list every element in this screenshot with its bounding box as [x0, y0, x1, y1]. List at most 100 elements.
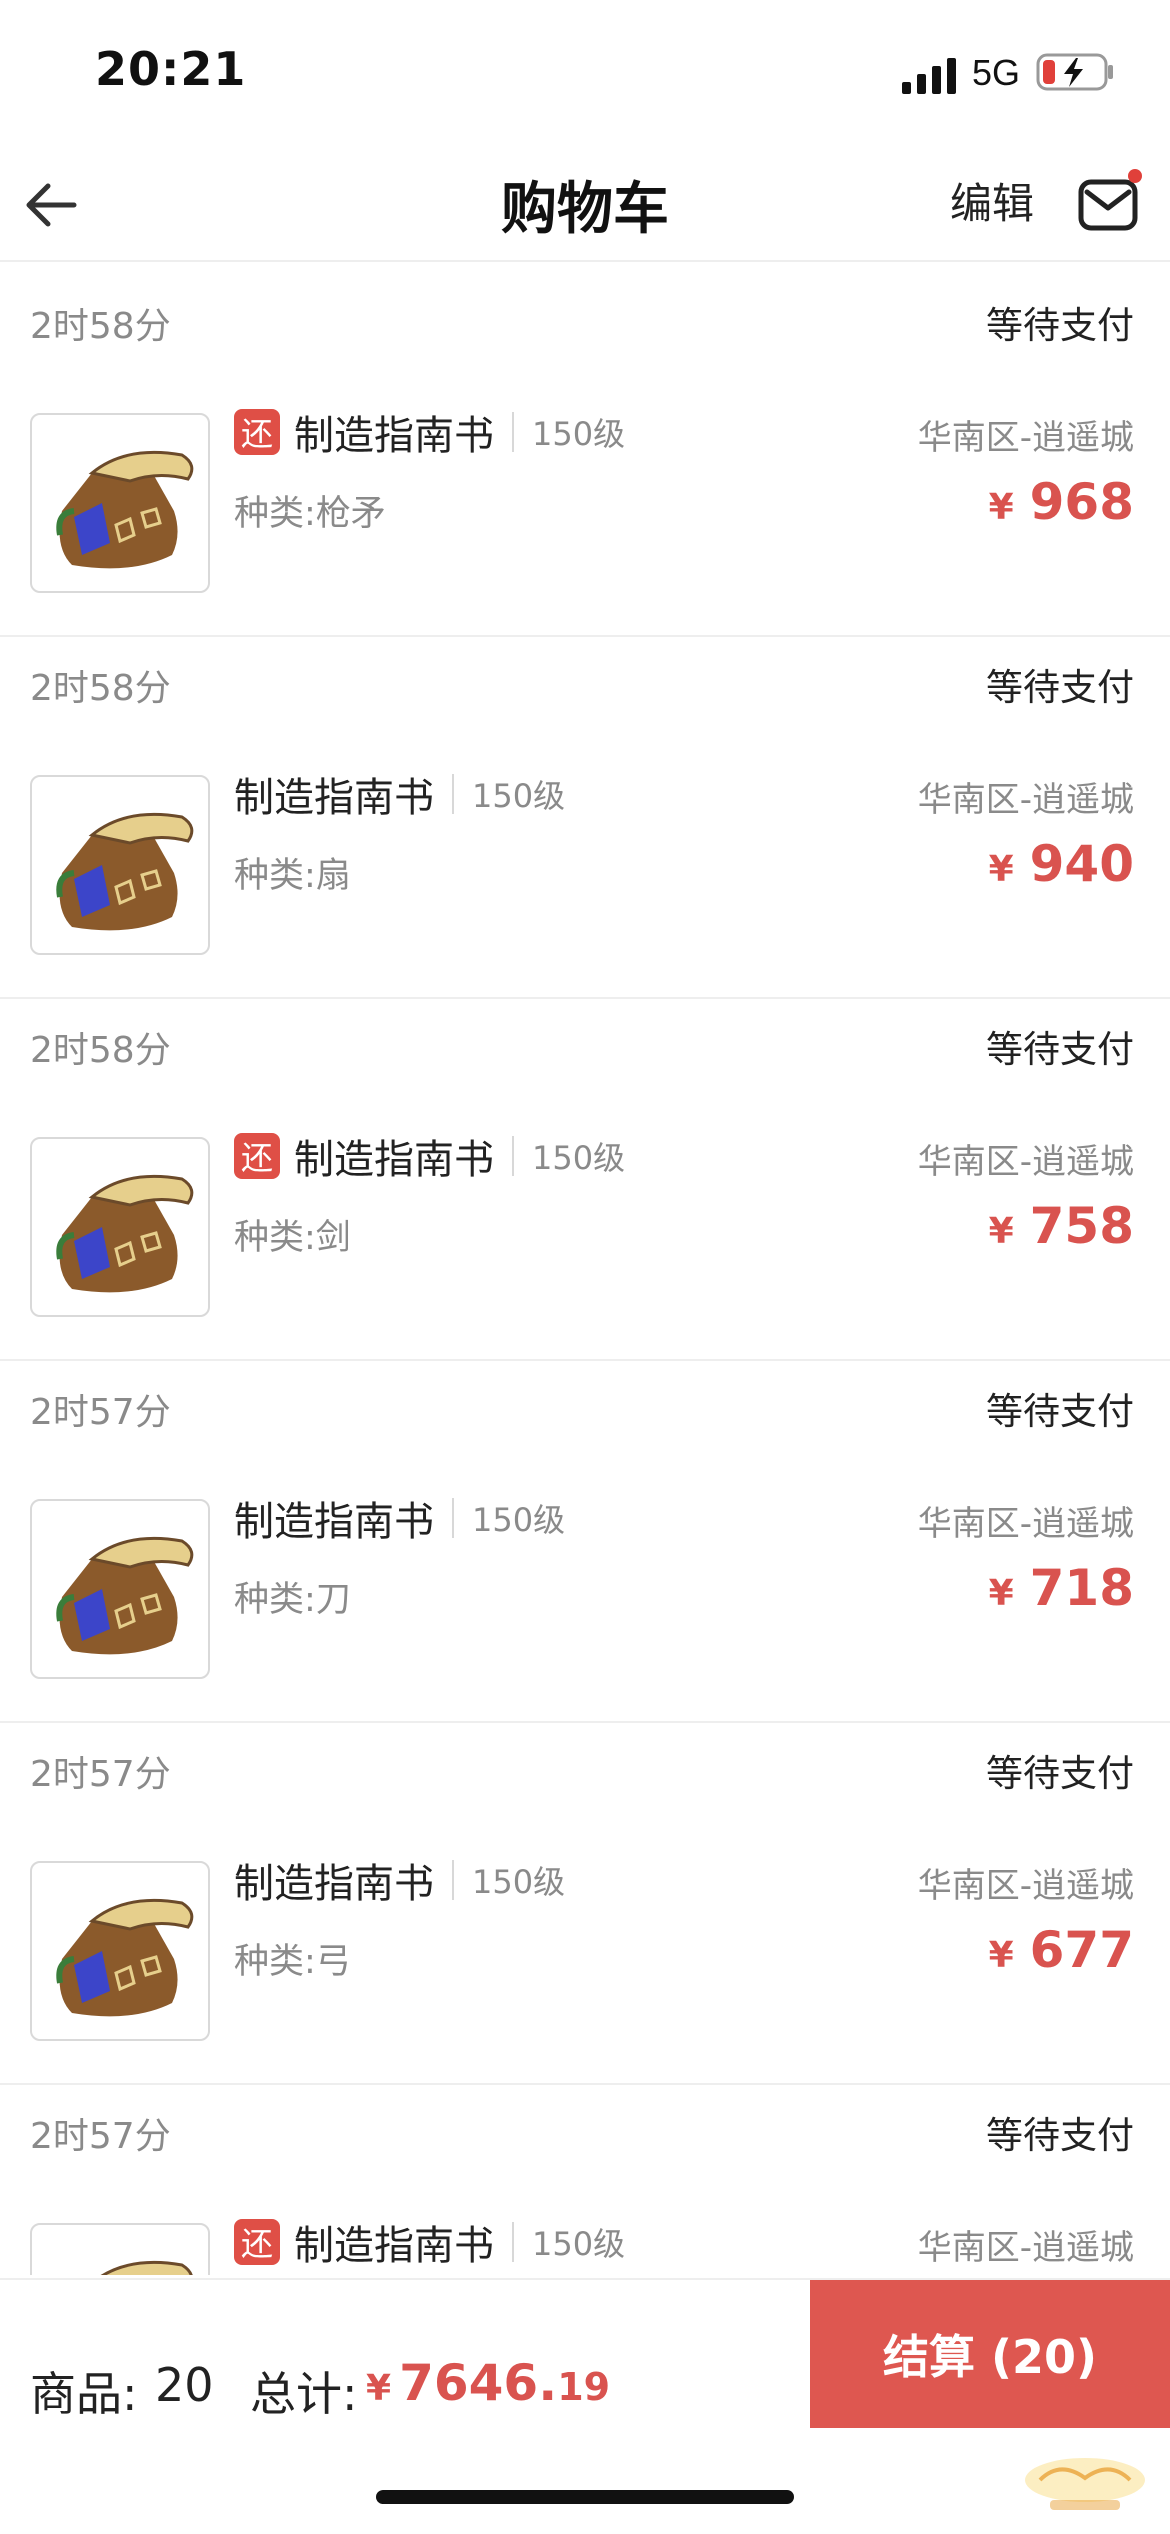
item-thumbnail[interactable] [30, 1499, 210, 1679]
remaining-time: 2时58分 [30, 306, 171, 347]
item-server: 华南区-逍遥城 [917, 418, 1134, 458]
checkout-button[interactable]: 结算 (20) [810, 2280, 1170, 2428]
remaining-time: 2时58分 [30, 668, 171, 709]
total-integer: 7646. [399, 2354, 558, 2412]
scroll-item-icon [56, 812, 194, 931]
scroll-item-icon [56, 1898, 194, 2017]
order-status: 等待支付 [986, 1390, 1134, 1433]
cart-item[interactable]: 2时58分 等待支付 制造指南书 150级 种类:扇 华南区-逍遥城 ¥ 940 [0, 637, 1170, 999]
cart-item[interactable]: 2时57分 等待支付 还 制造指南书 150级 华南区-逍遥城 [0, 2085, 1170, 2275]
item-name: 制造指南书 [234, 1499, 434, 1545]
order-status: 等待支付 [986, 304, 1134, 347]
item-name-row: 还 制造指南书 150级 [234, 2213, 625, 2271]
item-count: 20 [155, 2358, 214, 2412]
item-name-row: 制造指南书 150级 [234, 1489, 565, 1547]
item-kind: 种类:扇 [234, 856, 351, 896]
cart-list: 2时58分 等待支付 还 制造指南书 150级 种类:枪矛 华南区-逍遥城 ¥ … [0, 275, 1170, 2275]
item-thumbnail[interactable] [30, 1137, 210, 1317]
divider [452, 1498, 454, 1538]
item-price: ¥ 968 [989, 473, 1134, 531]
item-server: 华南区-逍遥城 [917, 780, 1134, 820]
item-server: 华南区-逍遥城 [917, 2228, 1134, 2268]
item-price: ¥ 758 [989, 1197, 1134, 1255]
item-kind: 种类:弓 [234, 1942, 351, 1982]
remaining-time: 2时57分 [30, 1392, 171, 1433]
divider [512, 2222, 514, 2262]
item-name-row: 制造指南书 150级 [234, 1851, 565, 1909]
return-tag: 还 [234, 1133, 280, 1179]
price-value: 677 [1029, 1921, 1134, 1979]
scroll-item-icon [100, 2260, 193, 2275]
item-level: 150级 [472, 1501, 566, 1539]
item-name: 制造指南书 [294, 2223, 494, 2269]
currency-symbol: ¥ [988, 1211, 1014, 1252]
item-level: 150级 [532, 2225, 626, 2263]
price-value: 968 [1029, 473, 1134, 531]
item-server: 华南区-逍遥城 [917, 1504, 1134, 1544]
remaining-time: 2时57分 [30, 1754, 171, 1795]
item-name: 制造指南书 [234, 775, 434, 821]
item-count-label: 商品: [30, 2367, 138, 2421]
currency-symbol: ¥ [988, 1573, 1014, 1614]
item-thumbnail[interactable] [30, 2223, 210, 2275]
item-name-row: 还 制造指南书 150级 [234, 403, 625, 461]
remaining-time: 2时57分 [30, 2116, 171, 2157]
item-level: 150级 [532, 415, 626, 453]
item-name-row: 制造指南书 150级 [234, 765, 565, 823]
mail-icon[interactable] [1075, 160, 1145, 240]
edit-button[interactable]: 编辑 [950, 170, 1034, 231]
scroll-item-icon [56, 1536, 194, 1655]
currency-symbol: ¥ [988, 849, 1014, 890]
cart-item[interactable]: 2时57分 等待支付 制造指南书 150级 种类:刀 华南区-逍遥城 ¥ 718 [0, 1361, 1170, 1723]
item-price: ¥ 677 [989, 1921, 1134, 1979]
item-server: 华南区-逍遥城 [917, 1866, 1134, 1906]
price-value: 718 [1029, 1559, 1134, 1617]
item-thumbnail[interactable] [30, 1861, 210, 2041]
cart-item[interactable]: 2时58分 等待支付 还 制造指南书 150级 种类:枪矛 华南区-逍遥城 ¥ … [0, 275, 1170, 637]
divider [452, 1860, 454, 1900]
item-kind: 种类:枪矛 [234, 494, 386, 534]
order-status: 等待支付 [986, 1752, 1134, 1795]
total-label: 总计: [250, 2367, 358, 2421]
watermark-logo [1025, 2458, 1145, 2510]
item-kind: 种类:剑 [234, 1218, 351, 1258]
item-name-row: 还 制造指南书 150级 [234, 1127, 625, 1185]
total-price: ¥ 7646. 19 [366, 2354, 610, 2412]
return-tag: 还 [234, 2219, 280, 2265]
item-price: ¥ 940 [989, 835, 1134, 893]
currency-symbol: ¥ [988, 1935, 1014, 1976]
home-indicator [376, 2490, 794, 2504]
item-thumbnail[interactable] [30, 413, 210, 593]
item-level: 150级 [472, 777, 566, 815]
order-status: 等待支付 [986, 1028, 1134, 1071]
scroll-item-icon [56, 1174, 194, 1293]
cart-item[interactable]: 2时58分 等待支付 还 制造指南书 150级 种类:剑 华南区-逍遥城 ¥ 7… [0, 999, 1170, 1361]
item-name: 制造指南书 [294, 1137, 494, 1183]
signal-icon [902, 58, 956, 94]
currency-symbol: ¥ [988, 487, 1014, 528]
status-bar: 20:21 5G [0, 0, 1170, 150]
price-value: 758 [1029, 1197, 1134, 1255]
item-name: 制造指南书 [294, 413, 494, 459]
total-decimal: 19 [557, 2365, 611, 2409]
item-server: 华南区-逍遥城 [917, 1142, 1134, 1182]
order-status: 等待支付 [986, 666, 1134, 709]
cart-item[interactable]: 2时57分 等待支付 制造指南书 150级 种类:弓 华南区-逍遥城 ¥ 677 [0, 1723, 1170, 2085]
battery-charging-icon [1036, 53, 1113, 91]
item-level: 150级 [472, 1863, 566, 1901]
remaining-time: 2时58分 [30, 1030, 171, 1071]
total-currency: ¥ [366, 2368, 392, 2409]
item-name: 制造指南书 [234, 1861, 434, 1907]
divider [512, 1136, 514, 1176]
item-level: 150级 [532, 1139, 626, 1177]
divider [512, 412, 514, 452]
price-value: 940 [1029, 835, 1134, 893]
nav-header: 购物车 编辑 [0, 150, 1170, 262]
return-tag: 还 [234, 409, 280, 455]
checkout-bar: 商品: 20 总计: ¥ 7646. 19 结算 (20) [0, 2278, 1170, 2534]
divider [452, 774, 454, 814]
item-thumbnail[interactable] [30, 775, 210, 955]
status-time: 20:21 [95, 42, 247, 96]
scroll-item-icon [56, 450, 194, 569]
item-price: ¥ 718 [989, 1559, 1134, 1617]
